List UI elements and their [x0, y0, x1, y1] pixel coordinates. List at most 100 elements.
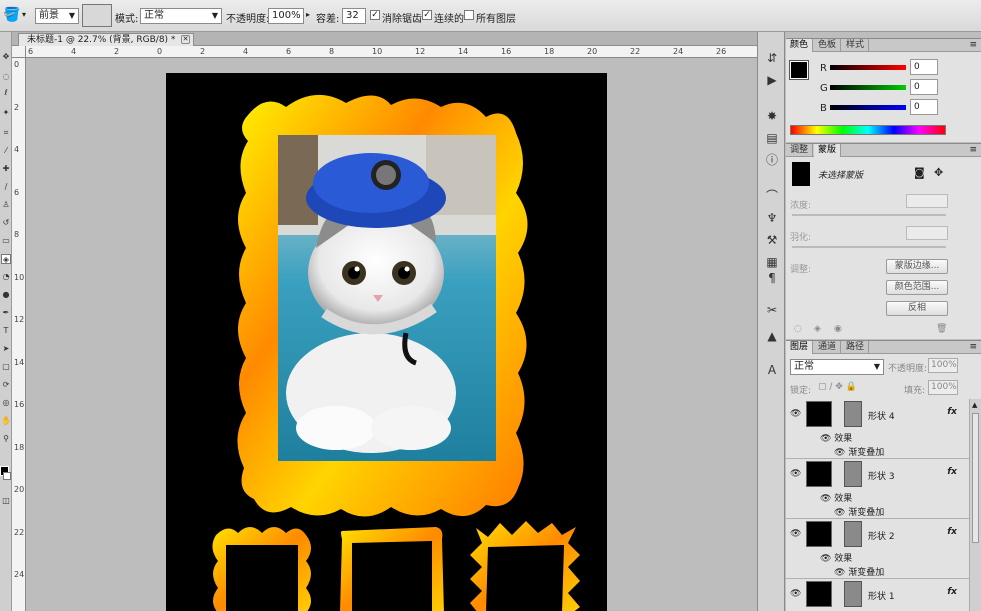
- fg-color-swatch[interactable]: [789, 60, 809, 80]
- mask-edge-button[interactable]: 蒙版边缘...: [886, 259, 948, 274]
- r-slider[interactable]: [830, 65, 906, 70]
- pattern-swatch[interactable]: [82, 4, 112, 27]
- blend-mode-select[interactable]: 正常 ▼: [790, 359, 884, 375]
- tab-color[interactable]: 颜色: [786, 39, 814, 52]
- marquee-tool-icon[interactable]: ◌: [1, 72, 11, 82]
- scroll-up-icon[interactable]: ▲: [972, 401, 977, 409]
- lock-icons[interactable]: ▢ ∕ ✥ 🔒: [818, 382, 857, 392]
- lasso-tool-icon[interactable]: ℓ: [1, 88, 11, 98]
- notes-icon[interactable]: ▲: [764, 328, 780, 344]
- canvas-area[interactable]: [27, 59, 757, 611]
- paint-bucket-tool-icon[interactable]: ◈: [1, 254, 11, 264]
- horizontal-ruler[interactable]: 6 4 2 0 2 4 6 8 10 12 14 16 18 20 22 24 26: [26, 46, 757, 58]
- magic-wand-tool-icon[interactable]: ✦: [1, 108, 11, 118]
- vector-mask-icon[interactable]: ✥: [934, 166, 943, 179]
- opacity-slider-arrow-icon[interactable]: ▸: [306, 10, 310, 19]
- color-ramp[interactable]: [790, 125, 946, 135]
- fx-icon[interactable]: fx: [947, 527, 957, 537]
- layer-row-shape2[interactable]: 👁 形状 2 fx 👁 效果 👁 渐变叠加: [786, 519, 969, 579]
- quick-mask-icon[interactable]: ◫: [1, 496, 11, 506]
- histogram-icon[interactable]: ▤: [764, 130, 780, 146]
- 3d-rotate-tool-icon[interactable]: ⟳: [1, 380, 11, 390]
- background-color-swatch[interactable]: [3, 472, 11, 480]
- history-brush-tool-icon[interactable]: ↺: [1, 218, 11, 228]
- panel-menu-icon[interactable]: ≡: [969, 39, 977, 51]
- invert-button[interactable]: 反相: [886, 301, 948, 316]
- fill-source-select[interactable]: 前景 ▼: [35, 8, 79, 24]
- density-input[interactable]: [906, 194, 948, 208]
- feather-input[interactable]: [906, 226, 948, 240]
- brushes-icon[interactable]: ⌒: [764, 188, 780, 204]
- tab-adjustments[interactable]: 调整: [786, 144, 814, 157]
- all-layers-checkbox[interactable]: [464, 10, 474, 20]
- document-canvas[interactable]: [166, 73, 607, 611]
- zoom-tool-icon[interactable]: ⚲: [1, 434, 11, 444]
- close-icon[interactable]: ✕: [181, 35, 190, 44]
- document-tab[interactable]: 未标题-1 @ 22.7% (背景, RGB/8) * ✕: [18, 33, 194, 46]
- paragraph-icon[interactable]: ¶: [764, 270, 780, 286]
- layer-row-shape1[interactable]: 👁 形状 1 fx: [786, 579, 969, 611]
- g-slider[interactable]: [830, 85, 906, 90]
- paint-bucket-icon[interactable]: 🪣: [3, 7, 20, 23]
- color-range-button[interactable]: 颜色范围...: [886, 280, 948, 295]
- effects-row[interactable]: 👁 效果: [820, 431, 852, 444]
- tab-layers[interactable]: 图层: [786, 341, 814, 354]
- eye-icon[interactable]: 👁: [790, 529, 801, 539]
- actions-icon[interactable]: ▶: [764, 72, 780, 88]
- tab-masks[interactable]: 蒙版: [814, 144, 842, 157]
- move-tool-icon[interactable]: ✥: [1, 52, 11, 62]
- b-slider[interactable]: [830, 105, 906, 110]
- tab-swatches[interactable]: 色板: [814, 39, 842, 52]
- eye-icon[interactable]: 👁: [790, 469, 801, 479]
- g-input[interactable]: 0: [910, 79, 938, 95]
- opacity-input[interactable]: 100%: [268, 8, 304, 24]
- tab-channels[interactable]: 通道: [814, 341, 842, 354]
- layer-row-shape3[interactable]: 👁 形状 3 fx 👁 效果 👁 渐变叠加: [786, 459, 969, 519]
- gradient-overlay-row[interactable]: 👁 渐变叠加: [834, 445, 884, 458]
- r-input[interactable]: 0: [910, 59, 938, 75]
- effects-row[interactable]: 👁 效果: [820, 551, 852, 564]
- history-icon[interactable]: ⇵: [764, 50, 780, 66]
- info-icon[interactable]: ⓘ: [764, 152, 780, 168]
- feather-slider[interactable]: [792, 246, 946, 248]
- tolerance-input[interactable]: 32: [342, 8, 366, 24]
- tab-styles[interactable]: 样式: [842, 39, 870, 52]
- mode-select[interactable]: 正常 ▼: [140, 8, 222, 24]
- eye-icon[interactable]: 👁: [790, 409, 801, 419]
- pen-tool-icon[interactable]: ✒: [1, 308, 11, 318]
- vertical-ruler[interactable]: 0 2 4 6 8 10 12 14 16 18 20 22 24: [12, 58, 26, 611]
- gradient-overlay-row[interactable]: 👁 渐变叠加: [834, 565, 884, 578]
- stamp-tool-icon[interactable]: ♙: [1, 200, 11, 210]
- fx-icon[interactable]: fx: [947, 467, 957, 477]
- load-selection-icon[interactable]: ◌: [794, 324, 802, 334]
- dodge-tool-icon[interactable]: ●: [1, 290, 11, 300]
- b-input[interactable]: 0: [910, 99, 938, 115]
- scroll-thumb[interactable]: [972, 413, 979, 543]
- apply-mask-icon[interactable]: ◈: [814, 324, 821, 334]
- gradient-overlay-row[interactable]: 👁 渐变叠加: [834, 505, 884, 518]
- tool-preset-arrow-icon[interactable]: ▾: [22, 10, 26, 19]
- character-icon[interactable]: ✂: [764, 302, 780, 318]
- pixel-mask-icon[interactable]: ◙: [914, 166, 925, 179]
- layer-opacity-input[interactable]: 100%: [928, 358, 958, 373]
- fx-icon[interactable]: fx: [947, 407, 957, 417]
- layer-row-shape4[interactable]: 👁 形状 4 fx 👁 效果 👁 渐变叠加: [786, 399, 969, 459]
- crop-tool-icon[interactable]: ⌗: [1, 128, 11, 138]
- contiguous-checkbox[interactable]: ✓: [422, 10, 432, 20]
- brush-tool-icon[interactable]: ∕: [1, 182, 11, 192]
- disable-mask-icon[interactable]: ◉: [834, 324, 842, 334]
- type-panel-icon[interactable]: A: [764, 362, 780, 378]
- path-select-tool-icon[interactable]: ➤: [1, 344, 11, 354]
- tool-presets-icon[interactable]: ⚒: [764, 232, 780, 248]
- eye-icon[interactable]: 👁: [790, 589, 801, 599]
- delete-mask-icon[interactable]: 🗑: [936, 324, 947, 334]
- tab-paths[interactable]: 路径: [842, 341, 870, 354]
- hand-tool-icon[interactable]: ✋: [1, 416, 11, 426]
- panel-menu-icon[interactable]: ≡: [969, 341, 977, 353]
- eraser-tool-icon[interactable]: ▭: [1, 236, 11, 246]
- blur-tool-icon[interactable]: ◔: [1, 272, 11, 282]
- animation-icon[interactable]: ▦: [764, 254, 780, 270]
- eyedropper-tool-icon[interactable]: ⁄: [1, 146, 11, 156]
- 3d-orbit-tool-icon[interactable]: ◎: [1, 398, 11, 408]
- panel-menu-icon[interactable]: ≡: [969, 144, 977, 156]
